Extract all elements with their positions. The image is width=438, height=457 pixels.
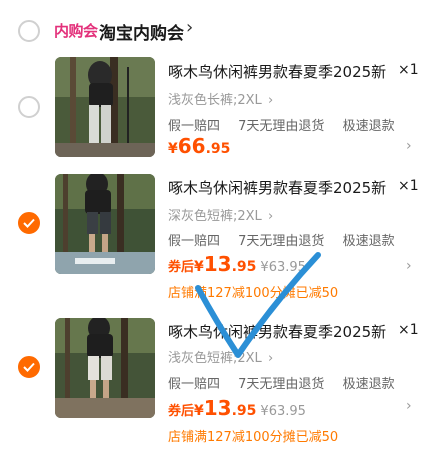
service-tag: 假一赔四 — [168, 377, 221, 392]
shop-header: 内购会 淘宝内购会 › — [0, 0, 438, 60]
promo-text: 店铺满127减100分摊已减50 — [168, 430, 339, 445]
price-currency: ¥ — [194, 259, 204, 275]
chevron-right-icon[interactable]: › — [406, 258, 412, 274]
chevron-right-icon: › — [267, 209, 274, 224]
price-decimal: .95 — [231, 259, 257, 275]
chevron-right-icon: › — [267, 93, 274, 108]
product-title[interactable]: 啄木鸟休闲裤男款春夏季2025新 — [168, 321, 386, 342]
coupon-price-label: 券后 — [168, 404, 195, 419]
service-tags: 假一赔四 7天无理由退货 极速退款 — [168, 373, 409, 392]
sku-selector[interactable]: 深灰色短裤;2XL › — [168, 205, 273, 224]
shop-name[interactable]: 淘宝内购会 — [99, 19, 184, 44]
service-tag: 7天无理由退货 — [238, 119, 325, 134]
chevron-right-icon[interactable]: › — [406, 398, 412, 414]
price: ¥66.95 — [168, 134, 230, 158]
promo-text: 店铺满127减100分摊已减50 — [168, 286, 339, 301]
item-select-radio[interactable] — [18, 212, 40, 234]
product-thumbnail[interactable] — [55, 318, 155, 418]
check-icon — [23, 218, 35, 228]
cart-item: 啄木鸟休闲裤男款春夏季2025新 ×1 深灰色短裤;2XL › 假一赔四 7天无… — [0, 172, 438, 302]
coupon-price-label: 券后 — [168, 260, 195, 275]
service-tag: 7天无理由退货 — [238, 234, 325, 249]
price-currency: ¥ — [194, 403, 204, 419]
item-select-radio[interactable] — [18, 96, 40, 118]
service-tag: 极速退款 — [342, 234, 395, 249]
service-tag: 7天无理由退货 — [238, 377, 325, 392]
service-tags: 假一赔四 7天无理由退货 极速退款 — [168, 230, 409, 249]
price: 券后¥13.95 ¥63.95 — [168, 252, 306, 276]
price-integer: 13 — [203, 252, 232, 276]
price-integer: 66 — [177, 134, 206, 158]
product-thumbnail[interactable] — [55, 174, 155, 274]
shop-select-radio[interactable] — [18, 20, 40, 42]
price-decimal: .95 — [231, 403, 257, 419]
service-tag: 极速退款 — [342, 119, 395, 134]
chevron-right-icon[interactable]: › — [406, 138, 412, 154]
cart-item: 啄木鸟休闲裤男款春夏季2025新 ×1 浅灰色长裤;2XL › 假一赔四 7天无… — [0, 56, 438, 161]
sku-label: 浅灰色长裤;2XL — [168, 93, 262, 108]
price: 券后¥13.95 ¥63.95 — [168, 396, 306, 420]
service-tag: 假一赔四 — [168, 234, 221, 249]
service-tags: 假一赔四 7天无理由退货 极速退款 — [168, 115, 409, 134]
chevron-right-icon[interactable]: › — [186, 17, 193, 38]
service-tag: 假一赔四 — [168, 119, 221, 134]
sku-label: 浅灰色短裤;2XL — [168, 351, 262, 366]
sku-selector[interactable]: 浅灰色长裤;2XL › — [168, 89, 273, 108]
cart-item: 啄木鸟休闲裤男款春夏季2025新 ×1 浅灰色短裤;2XL › 假一赔四 7天无… — [0, 316, 438, 446]
quantity-label: ×1 — [398, 322, 419, 338]
original-price: ¥63.95 — [260, 404, 306, 419]
product-thumbnail[interactable] — [55, 57, 155, 157]
quantity-label: ×1 — [398, 62, 419, 78]
sku-selector[interactable]: 浅灰色短裤;2XL › — [168, 347, 273, 366]
quantity-label: ×1 — [398, 178, 419, 194]
sku-label: 深灰色短裤;2XL — [168, 209, 262, 224]
original-price: ¥63.95 — [260, 260, 306, 275]
product-title[interactable]: 啄木鸟休闲裤男款春夏季2025新 — [168, 61, 386, 82]
service-tag: 极速退款 — [342, 377, 395, 392]
price-currency: ¥ — [168, 141, 178, 157]
item-select-radio[interactable] — [18, 356, 40, 378]
chevron-right-icon: › — [267, 351, 274, 366]
check-icon — [23, 362, 35, 372]
shop-badge: 内购会 — [54, 22, 98, 40]
product-title[interactable]: 啄木鸟休闲裤男款春夏季2025新 — [168, 177, 386, 198]
price-integer: 13 — [203, 396, 232, 420]
price-decimal: .95 — [205, 141, 231, 157]
